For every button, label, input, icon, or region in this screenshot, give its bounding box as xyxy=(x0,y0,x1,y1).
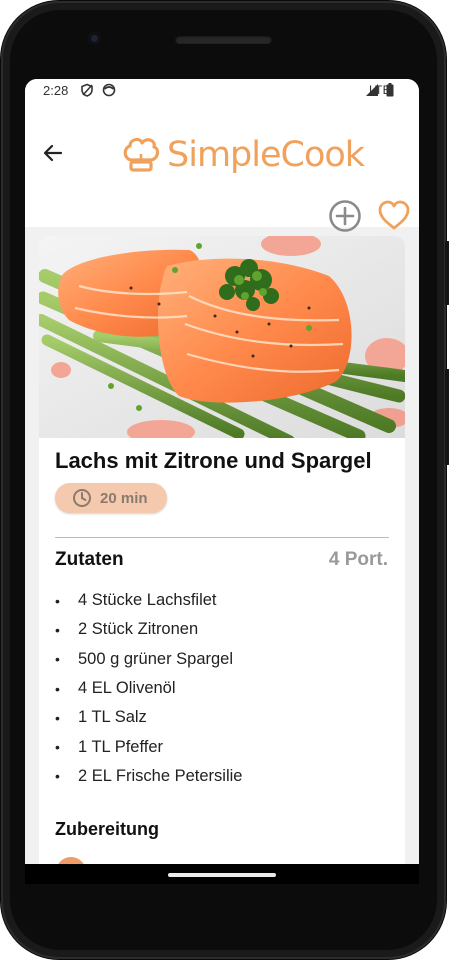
list-item: • 2 EL Frische Petersilie xyxy=(55,766,243,785)
recipe-card: Lachs mit Zitrone und Spargel 20 min Zut… xyxy=(39,236,405,864)
ingredient-text: 4 Stücke Lachsfilet xyxy=(78,591,217,610)
ingredient-text: 4 EL Olivenöl xyxy=(78,679,176,698)
preparation-heading: Zubereitung xyxy=(55,819,159,839)
app-title: SimpleCook xyxy=(167,135,365,175)
list-item: • 500 g grüner Spargel xyxy=(55,649,234,668)
list-item: • 1 TL Pfeffer xyxy=(55,737,163,756)
volume-button xyxy=(445,241,449,305)
divider xyxy=(55,537,389,538)
cook-time: 20 min xyxy=(100,489,148,507)
power-button xyxy=(445,369,449,465)
ingredients-heading: Zutaten xyxy=(55,549,124,570)
app-bar: SimpleCook xyxy=(25,103,419,232)
list-item: • 4 EL Olivenöl xyxy=(55,679,176,698)
add-circle-icon[interactable] xyxy=(328,199,362,233)
status-time: 2:28 xyxy=(43,83,69,98)
shield-icon xyxy=(81,83,93,97)
status-bar: 2:28 LTE xyxy=(25,79,419,103)
list-item: • 1 TL Salz xyxy=(55,708,147,727)
list-item: • 2 Stück Zitronen xyxy=(55,620,199,639)
list-item: • 4 Stücke Lachsfilet xyxy=(55,591,217,610)
recipe-image xyxy=(39,236,405,438)
clock-icon xyxy=(73,489,91,507)
earpiece-speaker xyxy=(175,35,272,44)
home-gesture-handle[interactable] xyxy=(168,873,276,877)
portions-label[interactable]: 4 Port. xyxy=(329,549,388,571)
recipe-title: Lachs mit Zitrone und Spargel xyxy=(55,448,372,473)
time-chip: 20 min xyxy=(55,483,167,513)
back-arrow-icon[interactable] xyxy=(41,141,65,165)
ingredient-text: 2 Stück Zitronen xyxy=(78,620,199,639)
signal-icon xyxy=(366,84,378,96)
ingredient-text: 500 g grüner Spargel xyxy=(78,649,234,668)
screen: 2:28 LTE SimpleCook Lachs mit Zitrone un… xyxy=(25,79,419,864)
ingredient-text: 2 EL Frische Petersilie xyxy=(78,766,243,785)
front-camera xyxy=(88,32,101,45)
ingredient-text: 1 TL Salz xyxy=(78,708,147,727)
ingredient-text: 1 TL Pfeffer xyxy=(78,737,163,756)
heart-icon[interactable] xyxy=(377,199,411,233)
battery-icon xyxy=(386,83,394,97)
face-icon xyxy=(102,83,116,97)
chef-hat-icon xyxy=(123,137,160,172)
ingredient-list: • 4 Stücke Lachsfilet • 2 Stück Zitronen •… xyxy=(55,586,242,791)
step-number-badge xyxy=(56,857,86,864)
app-logo: SimpleCook xyxy=(121,133,365,177)
